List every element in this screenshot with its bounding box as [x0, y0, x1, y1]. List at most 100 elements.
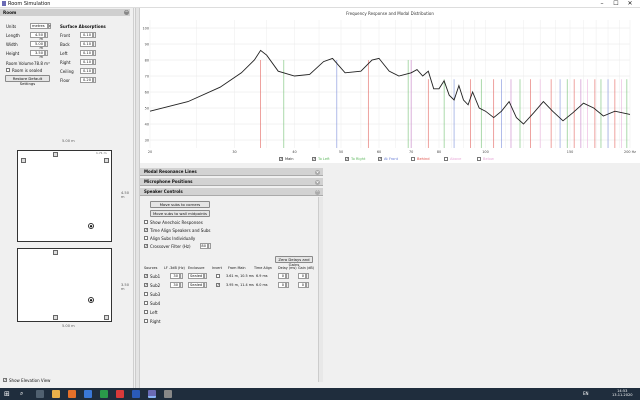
time-align-checkbox[interactable]: ✓: [144, 228, 148, 232]
language-indicator[interactable]: EN: [583, 391, 589, 396]
other-source-checkbox[interactable]: [144, 292, 148, 296]
legend-checkbox[interactable]: ✓: [279, 157, 283, 161]
source-checkbox[interactable]: ✓: [144, 283, 148, 287]
chevron-up-icon[interactable]: ^: [315, 190, 320, 195]
height-spinner[interactable]: [45, 50, 48, 56]
delay-spinner[interactable]: [286, 282, 289, 288]
listener-icon[interactable]: ●: [88, 223, 94, 229]
length-spinner[interactable]: [45, 32, 48, 38]
gain-spinner[interactable]: [306, 273, 309, 279]
legend-checkbox[interactable]: [411, 157, 415, 161]
legend-checkbox[interactable]: [444, 157, 448, 161]
elevation-sub2-marker[interactable]: [104, 315, 109, 320]
gain-input[interactable]: 0: [298, 273, 306, 279]
minimize-icon[interactable]: –: [596, 0, 608, 7]
excel-icon[interactable]: [100, 390, 108, 398]
word-icon[interactable]: [132, 390, 140, 398]
start-icon[interactable]: ⊞: [4, 390, 12, 398]
surface-input[interactable]: 0.10: [80, 32, 93, 38]
thunderbird-icon[interactable]: [84, 390, 92, 398]
source-checkbox[interactable]: ✓: [144, 274, 148, 278]
close-icon[interactable]: ✕: [624, 0, 636, 7]
room-elevation-bottom[interactable]: ●: [17, 248, 112, 322]
other-source-checkbox[interactable]: [144, 319, 148, 323]
enclosure-select[interactable]: Sealed: [188, 273, 204, 279]
show-elevation-checkbox[interactable]: ✓: [3, 378, 7, 382]
chevron-down-icon[interactable]: v: [315, 180, 320, 185]
section-mic-positions[interactable]: Microphone Positions v: [140, 178, 323, 186]
sub1-marker[interactable]: [21, 158, 26, 163]
app-taskbar-icon[interactable]: [164, 390, 172, 398]
elevation-listener-icon[interactable]: ●: [88, 297, 94, 303]
maximize-icon[interactable]: ☐: [610, 0, 622, 7]
surface-spinner[interactable]: [93, 59, 96, 65]
gain-input[interactable]: 0: [298, 282, 306, 288]
delay-input[interactable]: 0: [278, 282, 286, 288]
enclosure-select[interactable]: Sealed: [188, 282, 204, 288]
surface-input[interactable]: 0.10: [80, 59, 93, 65]
room-sim-taskbar-icon[interactable]: [148, 390, 156, 398]
y-tick-label: 50: [145, 106, 149, 110]
main-speaker-marker[interactable]: [53, 152, 58, 157]
length-input[interactable]: 4.50 m: [30, 32, 45, 41]
crossover-spinner[interactable]: [208, 243, 211, 249]
invert-checkbox[interactable]: ✓: [216, 283, 220, 287]
enclosure-dropdown-icon[interactable]: [204, 282, 207, 288]
firefox-icon[interactable]: [68, 390, 76, 398]
collapse-room-icon[interactable]: ^: [124, 10, 129, 15]
move-subs-midpoints-button[interactable]: Move subs to wall midpoints: [150, 210, 210, 217]
elevation-main-marker[interactable]: [53, 250, 58, 255]
elevation-sub-marker[interactable]: [53, 315, 58, 320]
crossover-label: Crossover Filter (Hz): [150, 244, 191, 249]
other-source-checkbox[interactable]: [144, 301, 148, 305]
surface-input[interactable]: 0.10: [80, 68, 93, 74]
width-label: Width: [6, 42, 18, 47]
room-sealed-checkbox[interactable]: [6, 68, 10, 72]
surface-input[interactable]: 0.10: [80, 50, 93, 56]
sub2-marker[interactable]: [104, 158, 109, 163]
units-dropdown-icon[interactable]: ▾: [48, 23, 51, 29]
invert-checkbox[interactable]: [216, 274, 220, 278]
delay-input[interactable]: 0: [278, 273, 286, 279]
lf-input[interactable]: 30: [170, 282, 180, 288]
chevron-down-icon[interactable]: v: [315, 170, 320, 175]
crossover-checkbox[interactable]: ✓: [144, 244, 148, 248]
lf-input[interactable]: 30: [170, 273, 180, 279]
zero-delays-button[interactable]: Zero Delays and Gains: [275, 256, 313, 267]
enclosure-dropdown-icon[interactable]: [204, 273, 207, 279]
surface-input[interactable]: 0.20: [80, 77, 93, 83]
show-anechoic-checkbox[interactable]: [144, 220, 148, 224]
surface-spinner[interactable]: [93, 41, 96, 47]
units-select[interactable]: metres: [30, 23, 48, 29]
crossover-input[interactable]: 80: [200, 243, 208, 249]
gain-spinner[interactable]: [306, 282, 309, 288]
align-subs-checkbox[interactable]: [144, 236, 148, 240]
section-speaker-controls[interactable]: Speaker Controls ^: [140, 188, 323, 196]
lf-spinner[interactable]: [180, 273, 183, 279]
height-input[interactable]: 3.50 m: [30, 50, 45, 59]
clock[interactable]: 14:53 13.11.2020: [612, 389, 633, 397]
file-explorer-icon[interactable]: [52, 390, 60, 398]
delay-spinner[interactable]: [286, 273, 289, 279]
surface-spinner[interactable]: [93, 32, 96, 38]
task-view-icon[interactable]: [36, 390, 44, 398]
room-plan-top[interactable]: 1.71 m ●: [17, 150, 112, 242]
other-source-checkbox[interactable]: [144, 310, 148, 314]
legend-checkbox[interactable]: ✓: [312, 157, 316, 161]
surface-spinner[interactable]: [93, 68, 96, 74]
lf-spinner[interactable]: [180, 282, 183, 288]
surface-input[interactable]: 0.10: [80, 41, 93, 47]
move-subs-corners-button[interactable]: Move subs to corners: [150, 201, 210, 208]
legend-checkbox[interactable]: [477, 157, 481, 161]
legend-checkbox[interactable]: ✓: [345, 157, 349, 161]
width-input[interactable]: 5.00 m: [30, 41, 45, 50]
section-modal-resonance[interactable]: Modal Resonance Lines v: [140, 168, 323, 176]
search-icon[interactable]: ⌕: [20, 390, 28, 398]
acrobat-icon[interactable]: [116, 390, 124, 398]
legend-checkbox[interactable]: ✓: [378, 157, 382, 161]
vertical-scrollbar[interactable]: [318, 197, 323, 382]
width-spinner[interactable]: [45, 41, 48, 47]
surface-spinner[interactable]: [93, 50, 96, 56]
restore-defaults-button[interactable]: Restore Default Settings: [5, 75, 50, 86]
surface-spinner[interactable]: [93, 77, 96, 83]
